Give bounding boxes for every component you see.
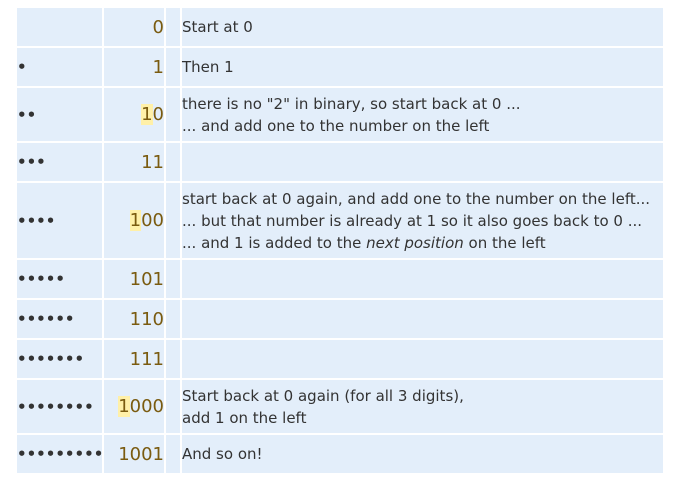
explanation-line: Start at 0	[182, 18, 253, 36]
explanation-line: start back at 0 again, and add one to th…	[182, 189, 651, 208]
table-row: •• 10 there is no "2" in binary, so star…	[17, 88, 663, 141]
binary-digits: 110	[129, 308, 164, 330]
spacer-cell	[166, 435, 180, 473]
spacer-cell	[166, 260, 180, 298]
dot-count: •	[17, 48, 102, 86]
binary-number: 111	[104, 340, 164, 378]
carry-digit-highlight: 1	[129, 210, 142, 231]
explanation-cell: start back at 0 again, and add one to th…	[182, 183, 663, 258]
spacer-cell	[166, 183, 180, 258]
explanation-line: ... and add one to the number on the lef…	[182, 116, 490, 135]
binary-number: 101	[104, 260, 164, 298]
spacer-cell	[166, 48, 180, 86]
table-row: •••• 100 start back at 0 again, and add …	[17, 183, 663, 258]
spacer-cell	[166, 88, 180, 141]
explanation-cell	[182, 340, 663, 378]
emphasis-text: next position	[366, 233, 464, 252]
binary-number: 100	[104, 183, 164, 258]
table-row: ••••• 101	[17, 260, 663, 298]
table-row: ••••••••• 1001 And so on!	[17, 435, 663, 473]
binary-digits: 00	[141, 210, 164, 231]
explanation-line: add 1 on the left	[182, 408, 307, 427]
explanation-cell	[182, 260, 663, 298]
explanation-line: there is no "2" in binary, so start back…	[182, 94, 521, 113]
dot-count: ••	[17, 88, 102, 141]
binary-number: 0	[104, 8, 164, 46]
table-row: 0 Start at 0	[17, 8, 663, 46]
binary-counting-table: 0 Start at 0 • 1 Then 1 •• 10 there is n…	[15, 6, 665, 475]
binary-number: 10	[104, 88, 164, 141]
table-row: •••••••• 1000 Start back at 0 again (for…	[17, 380, 663, 433]
spacer-cell	[166, 300, 180, 338]
binary-digits: 11	[141, 151, 164, 173]
dot-count: •••••••••	[17, 435, 103, 473]
dot-count: •••••••	[17, 340, 102, 378]
binary-digits: 0	[152, 104, 164, 125]
carry-digit-highlight: 1	[141, 104, 153, 125]
binary-number: 11	[104, 143, 164, 181]
binary-digits: 0	[152, 16, 164, 38]
binary-number: 1	[104, 48, 164, 86]
table-row: ••••••• 111	[17, 340, 663, 378]
binary-digits: 111	[129, 348, 164, 370]
explanation-line: And so on!	[182, 445, 263, 463]
explanation-line: Start back at 0 again (for all 3 digits)…	[182, 386, 464, 405]
binary-digits: 000	[129, 396, 164, 417]
explanation-cell: Start back at 0 again (for all 3 digits)…	[182, 380, 663, 433]
binary-number: 1001	[104, 435, 164, 473]
explanation-line: ... but that number is already at 1 so i…	[182, 211, 643, 230]
dot-count: ••••••	[17, 300, 102, 338]
table-row: •••••• 110	[17, 300, 663, 338]
explanation-cell: there is no "2" in binary, so start back…	[182, 88, 663, 141]
binary-digits: 1001	[118, 443, 164, 465]
spacer-cell	[166, 340, 180, 378]
explanation-cell	[182, 300, 663, 338]
explanation-line: ... and 1 is added to the next position …	[182, 233, 546, 252]
explanation-cell: And so on!	[182, 435, 663, 473]
explanation-line: Then 1	[182, 58, 234, 76]
table-body: 0 Start at 0 • 1 Then 1 •• 10 there is n…	[17, 8, 663, 473]
dot-count: ••••••••	[17, 380, 102, 433]
table-row: ••• 11	[17, 143, 663, 181]
explanation-cell	[182, 143, 663, 181]
dot-count: •••••	[17, 260, 102, 298]
explanation-cell: Then 1	[182, 48, 663, 86]
spacer-cell	[166, 380, 180, 433]
dot-count	[17, 8, 102, 46]
explanation-cell: Start at 0	[182, 8, 663, 46]
binary-number: 110	[104, 300, 164, 338]
dot-count: •••	[17, 143, 102, 181]
spacer-cell	[166, 8, 180, 46]
binary-digits: 101	[129, 268, 164, 290]
dot-count: ••••	[17, 183, 102, 258]
spacer-cell	[166, 143, 180, 181]
binary-digits: 1	[152, 56, 164, 78]
binary-number: 1000	[104, 380, 164, 433]
table-row: • 1 Then 1	[17, 48, 663, 86]
carry-digit-highlight: 1	[118, 396, 130, 417]
